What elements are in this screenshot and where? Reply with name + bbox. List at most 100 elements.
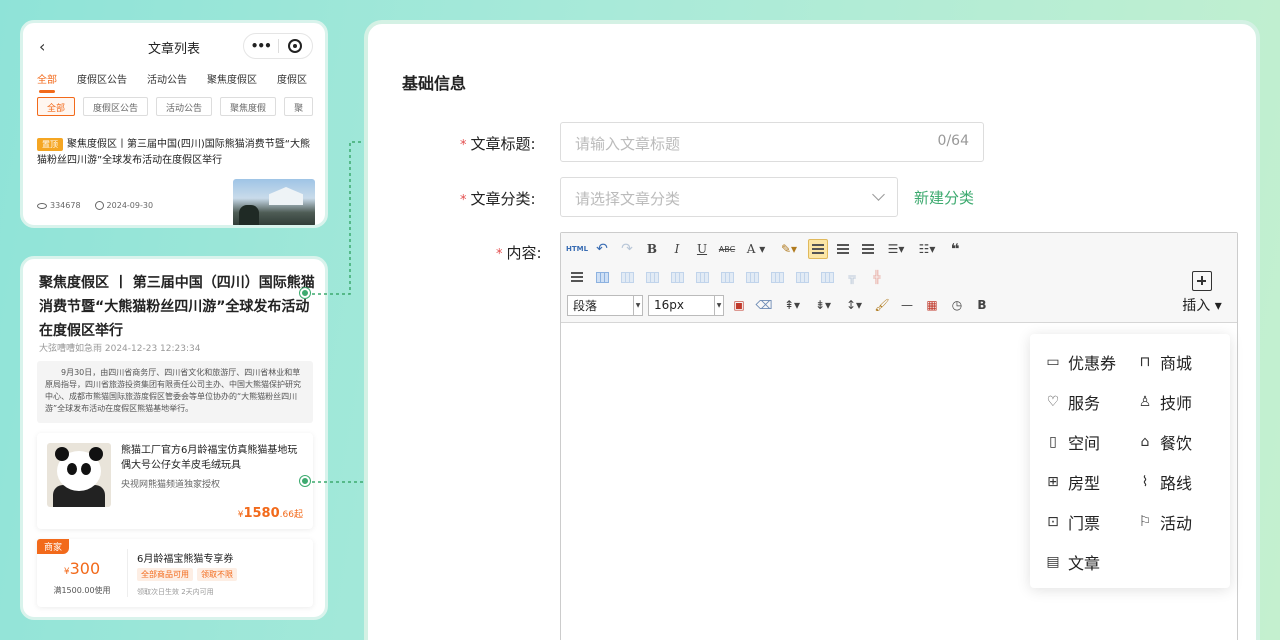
coupon-validity: 领取次日生效 2天内可用 <box>137 588 214 596</box>
insert-row-below-icon[interactable] <box>692 267 712 287</box>
category-label-text: 文章分类: <box>470 190 536 208</box>
indent-icon[interactable] <box>567 267 587 287</box>
chip-more[interactable]: 聚 <box>284 97 314 116</box>
menu-label: 活动 <box>1160 514 1193 533</box>
bullet-list-icon[interactable]: ☰▾ <box>883 239 909 259</box>
insert-route[interactable]: ⌇ 路线 <box>1136 470 1192 494</box>
redo-icon[interactable]: ↷ <box>617 239 637 259</box>
tab-focus[interactable]: 聚焦度假区 <box>207 71 257 97</box>
flag-icon: ⚐ <box>1138 514 1152 530</box>
insert-service[interactable]: ♡ 服务 <box>1044 390 1100 414</box>
insert-mall[interactable]: ⊓ 商城 <box>1136 350 1192 374</box>
new-category-link[interactable]: 新建分类 <box>914 187 974 208</box>
table-icon[interactable] <box>592 267 612 287</box>
strikethrough-icon[interactable]: ABC <box>717 239 737 259</box>
horizontal-rule-icon[interactable]: — <box>897 295 917 315</box>
insert-coupon[interactable]: ▭ 优惠券 <box>1044 350 1116 374</box>
insert-room[interactable]: ⊞ 房型 <box>1044 470 1100 494</box>
tab-event-notice[interactable]: 活动公告 <box>147 71 187 97</box>
article-title: 置顶 聚焦度假区丨第三届中国(四川)国际熊猫消费节暨“大熊猫粉丝四川游”全球发布活… <box>37 137 311 169</box>
image-icon[interactable]: ▣ <box>729 295 749 315</box>
insert-button[interactable]: 插入 ▾ <box>1179 271 1225 315</box>
underline-icon[interactable]: U <box>692 239 712 259</box>
merchant-tag: 商家 <box>37 539 70 554</box>
required-mark: * <box>496 247 503 262</box>
eraser-icon[interactable]: ⌫ <box>754 295 774 315</box>
table-merge-icon[interactable] <box>642 267 662 287</box>
paragraph-spacing-top-icon[interactable]: ⇞▾ <box>779 295 805 315</box>
insert-dining[interactable]: ⌂ 餐饮 <box>1136 430 1192 454</box>
shopping-bag-icon: ⊓ <box>1139 354 1151 370</box>
align-right-icon[interactable] <box>858 239 878 259</box>
category-select[interactable]: 请选择文章分类 <box>560 177 898 217</box>
insert-col-left-icon[interactable] <box>742 267 762 287</box>
title-placeholder: 请输入文章标题 <box>575 135 681 153</box>
menu-label: 优惠券 <box>1068 354 1117 373</box>
font-size-value: 16px <box>654 298 684 312</box>
align-center-icon[interactable] <box>833 239 853 259</box>
caret-down-icon: ▼ <box>714 295 723 315</box>
split-cells-icon[interactable] <box>817 267 837 287</box>
insert-row-above-icon[interactable] <box>667 267 687 287</box>
coupon-card[interactable]: 商家 ¥300 满1500.00使用 6月龄福宝熊猫专享券 全部商品可用 领取不… <box>37 539 313 607</box>
insert-activity[interactable]: ⚐ 活动 <box>1136 510 1192 534</box>
title-label: * 文章标题: <box>460 133 536 154</box>
undo-icon[interactable]: ↶ <box>592 239 612 259</box>
chip-focus[interactable]: 聚焦度假 <box>220 97 277 116</box>
price-suffix: 起 <box>293 510 303 520</box>
views-count: 334678 <box>50 201 81 210</box>
insert-col-right-icon[interactable] <box>767 267 787 287</box>
chip-event-notice[interactable]: 活动公告 <box>156 97 213 116</box>
tab-resort-notice[interactable]: 度假区公告 <box>77 71 127 97</box>
paragraph-select[interactable]: 段落 ▼ <box>567 294 643 316</box>
font-color-icon[interactable]: A ▾ <box>742 239 770 259</box>
title-input[interactable]: 请输入文章标题 0/64 <box>560 122 984 162</box>
chevron-down-icon <box>872 188 885 201</box>
divider <box>127 549 128 597</box>
tab-resort-more[interactable]: 度假区 <box>277 71 307 97</box>
split-cols-icon[interactable]: ╬ <box>867 267 887 287</box>
date-text: 2024-09-30 <box>106 201 154 210</box>
product-source: 央视网熊猫频道独家授权 <box>121 480 221 490</box>
highlight-icon[interactable]: ✎▾ <box>775 239 803 259</box>
delete-row-icon[interactable] <box>717 267 737 287</box>
coupon-tag-scope: 全部商品可用 <box>137 568 193 581</box>
toolbar-row-1: HTML ↶ ↷ B I U ABC A ▾ ✎▾ ☰▾ ☷▾ ❝ <box>566 237 965 261</box>
paragraph-spacing-bottom-icon[interactable]: ⇟▾ <box>810 295 836 315</box>
coupon-tag-limit: 领取不限 <box>197 568 237 581</box>
date-icon[interactable]: ▦ <box>922 295 942 315</box>
insert-article[interactable]: ▤ 文章 <box>1044 550 1100 574</box>
insert-space[interactable]: ▯ 空间 <box>1044 430 1100 454</box>
list-item[interactable]: 置顶 聚焦度假区丨第三届中国(四川)国际熊猫消费节暨“大熊猫粉丝四川游”全球发布活… <box>23 125 325 169</box>
tab-all[interactable]: 全部 <box>37 71 57 97</box>
chip-all[interactable]: 全部 <box>37 97 76 116</box>
capsule-menu: ••• <box>243 33 313 59</box>
publish-date: 2024-09-30 <box>94 201 154 210</box>
category-placeholder: 请选择文章分类 <box>575 190 681 208</box>
insert-label: 插入 ▾ <box>1182 298 1222 314</box>
split-rows-icon[interactable]: ╦ <box>842 267 862 287</box>
format-brush-icon[interactable]: 🖌 <box>872 295 892 315</box>
more-icon[interactable]: ••• <box>244 39 278 53</box>
chip-resort-notice[interactable]: 度假区公告 <box>83 97 149 116</box>
font-size-select[interactable]: 16px ▼ <box>648 294 724 316</box>
ordered-list-icon[interactable]: ☷▾ <box>914 239 940 259</box>
insert-ticket[interactable]: ⊡ 门票 <box>1044 510 1100 534</box>
italic-icon[interactable]: I <box>667 239 687 259</box>
close-miniapp-button[interactable] <box>278 39 312 53</box>
special-char-icon[interactable]: B <box>972 295 992 315</box>
insert-technician[interactable]: ♙ 技师 <box>1136 390 1192 414</box>
views: 334678 <box>37 201 81 210</box>
heart-icon: ♡ <box>1046 394 1060 410</box>
blockquote-icon[interactable]: ❝ <box>945 239 965 259</box>
delete-col-icon[interactable] <box>792 267 812 287</box>
line-height-icon[interactable]: ↕▾ <box>841 295 867 315</box>
bold-icon[interactable]: B <box>642 239 662 259</box>
toolbar-row-3: 段落 ▼ 16px ▼ ▣ ⌫ ⇞▾ ⇟▾ ↕▾ 🖌 — ▦ ◷ B <box>567 293 992 317</box>
align-left-icon[interactable] <box>808 239 828 259</box>
product-card[interactable]: 熊猫工厂官方6月龄福宝仿真熊猫基地玩偶大号公仔女羊皮毛绒玩具 央视网熊猫频道独家… <box>37 433 313 529</box>
html-source-icon[interactable]: HTML <box>566 239 588 259</box>
record-icon <box>288 39 303 53</box>
table-delete-icon[interactable] <box>617 267 637 287</box>
time-icon[interactable]: ◷ <box>947 295 967 315</box>
